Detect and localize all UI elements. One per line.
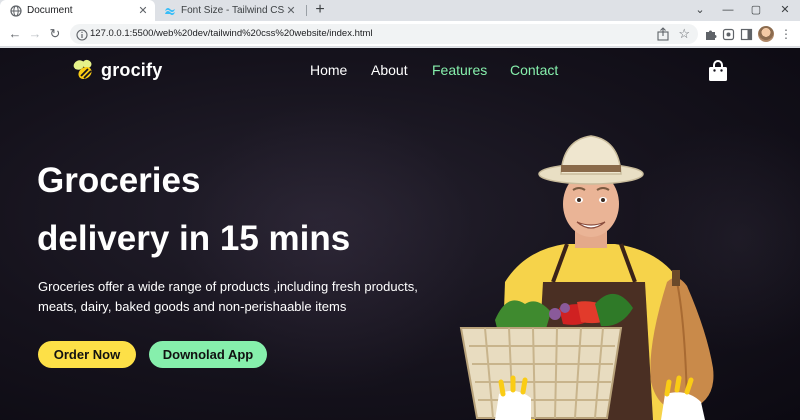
tab-strip: Document ✕ Font Size - Tailwind CSS ✕ + …	[0, 0, 800, 21]
hero-description: Groceries offer a wide range of products…	[38, 279, 418, 314]
url-text[interactable]: 127.0.0.1:5500/web%20dev/tailwind%20css%…	[90, 24, 373, 44]
close-window-button[interactable]: ✕	[770, 0, 800, 21]
back-icon[interactable]: ←	[6, 25, 24, 43]
tailwind-icon	[164, 5, 176, 17]
nav-home[interactable]: Home	[310, 62, 347, 78]
info-icon[interactable]	[76, 28, 88, 41]
share-icon[interactable]	[656, 27, 670, 41]
minimize-button[interactable]: —	[713, 0, 743, 21]
nav-features[interactable]: Features	[432, 62, 487, 78]
page-content: grocify Home About Features Contact Groc…	[0, 48, 800, 420]
close-icon[interactable]: ✕	[285, 4, 297, 17]
logo-text: grocify	[101, 59, 163, 80]
hero-title-line1: Groceries	[37, 161, 201, 200]
nav-contact[interactable]: Contact	[510, 62, 558, 78]
new-tab-icon[interactable]: +	[311, 1, 329, 19]
star-icon[interactable]: ☆	[678, 25, 690, 43]
tab-title: Font Size - Tailwind CSS	[181, 5, 285, 16]
tab-separator	[306, 5, 307, 16]
side-panel-icon[interactable]	[738, 26, 754, 42]
site-logo[interactable]: grocify	[72, 58, 162, 82]
menu-icon[interactable]: ⋮	[778, 26, 794, 42]
chevron-down-icon[interactable]: ⌄	[685, 0, 715, 21]
tab-tailwind[interactable]: Font Size - Tailwind CSS ✕	[158, 0, 303, 21]
close-icon[interactable]: ✕	[137, 4, 149, 17]
maximize-button[interactable]: ▢	[741, 0, 771, 21]
profile-avatar[interactable]	[758, 26, 774, 42]
nav-about[interactable]: About	[371, 62, 408, 78]
shopping-bag-icon[interactable]	[708, 60, 728, 82]
globe-icon	[10, 4, 22, 17]
address-bar[interactable]: 127.0.0.1:5500/web%20dev/tailwind%20css%…	[70, 24, 698, 44]
forward-icon[interactable]: →	[26, 25, 44, 43]
download-app-button[interactable]: Downolad App	[149, 341, 267, 368]
bee-icon	[73, 59, 92, 80]
extensions-icon[interactable]	[702, 26, 718, 42]
tab-title: Document	[27, 5, 73, 16]
order-now-button[interactable]: Order Now	[38, 341, 136, 368]
tab-document[interactable]: Document ✕	[0, 0, 155, 21]
hero-image	[459, 135, 714, 420]
media-icon[interactable]	[720, 26, 736, 42]
reload-icon[interactable]: ↻	[46, 25, 64, 43]
browser-toolbar: ← → ↻ 127.0.0.1:5500/web%20dev/tailwind%…	[0, 21, 800, 47]
hero-title-line2: delivery in 15 mins	[37, 219, 351, 258]
